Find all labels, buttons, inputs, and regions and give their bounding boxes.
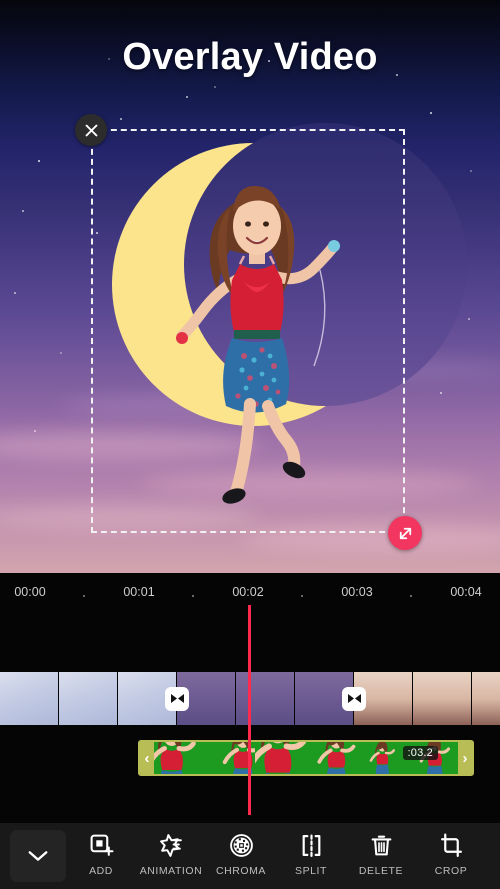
track-thumbnail[interactable]	[59, 672, 117, 725]
star	[34, 430, 36, 432]
resize-diagonal-icon[interactable]	[388, 516, 422, 550]
star	[22, 210, 24, 212]
tool-chroma[interactable]: CHROMA	[206, 832, 276, 877]
bottom-toolbar: ADD ANIMATION CHROMA SPLIT DELETE CROP VOLU	[0, 823, 500, 889]
overlay-trim-right-handle[interactable]: ›	[458, 742, 472, 774]
tool-add[interactable]: ADD	[66, 832, 136, 877]
tool-crop[interactable]: CROP	[416, 832, 486, 877]
star	[38, 160, 40, 162]
track-thumbnail[interactable]	[236, 672, 294, 725]
tool-label: SPLIT	[295, 865, 327, 877]
delete-icon	[369, 832, 394, 858]
overlay-frame[interactable]	[357, 742, 408, 774]
playhead[interactable]	[248, 605, 251, 815]
close-icon[interactable]	[75, 114, 107, 146]
overlay-trim-left-handle[interactable]: ‹	[140, 742, 154, 774]
star	[214, 86, 216, 88]
star	[186, 96, 188, 98]
overlay-frame[interactable]	[255, 742, 306, 774]
ruler-tick: 00:04	[450, 585, 481, 599]
tool-delete[interactable]: DELETE	[346, 832, 416, 877]
overlay-duration-badge: :03.2	[403, 746, 438, 760]
ruler-tick: 00:00	[14, 585, 45, 599]
track-thumbnail[interactable]	[472, 672, 500, 725]
star	[440, 392, 442, 394]
star	[14, 292, 16, 294]
overlay-frame[interactable]	[154, 742, 205, 774]
tool-list[interactable]: ADD ANIMATION CHROMA SPLIT DELETE CROP VOLU	[66, 823, 500, 889]
transition-icon[interactable]	[342, 687, 366, 711]
tool-animation[interactable]: ANIMATION	[136, 832, 206, 877]
overlay-clip-thumbnails[interactable]: :03.2	[154, 742, 458, 774]
tool-label: CROP	[435, 865, 468, 877]
ruler-subtick	[192, 595, 194, 597]
star	[430, 112, 432, 114]
tool-volu[interactable]: VOLU	[486, 832, 500, 877]
track-thumbnail[interactable]	[413, 672, 471, 725]
tool-label: CHROMA	[216, 865, 266, 877]
chevron-down-icon[interactable]	[10, 830, 66, 882]
animation-icon	[159, 832, 184, 858]
split-icon	[299, 832, 324, 858]
ruler-subtick	[301, 595, 303, 597]
tool-label: ANIMATION	[140, 865, 203, 877]
star	[468, 318, 470, 320]
overlay-clip-track[interactable]: ‹ :03.2 ›	[138, 740, 474, 776]
star	[120, 118, 122, 120]
star	[470, 170, 472, 172]
overlay-selection-box[interactable]	[91, 129, 405, 533]
tool-label: ADD	[89, 865, 113, 877]
chroma-key-icon	[229, 832, 254, 858]
ruler-tick: 00:03	[341, 585, 372, 599]
tool-split[interactable]: SPLIT	[276, 832, 346, 877]
ruler-tick: 00:01	[123, 585, 154, 599]
track-thumbnail[interactable]	[0, 672, 58, 725]
add-overlay-icon	[89, 832, 114, 858]
ruler-tick: 00:02	[232, 585, 263, 599]
ruler-subtick	[410, 595, 412, 597]
video-preview[interactable]: Overlay Video	[0, 0, 500, 573]
transition-icon[interactable]	[165, 687, 189, 711]
star	[60, 352, 62, 354]
ruler-subtick	[83, 595, 85, 597]
crop-icon	[439, 832, 464, 858]
page-title: Overlay Video	[0, 36, 500, 79]
tool-label: DELETE	[359, 865, 403, 877]
overlay-frame[interactable]	[306, 742, 357, 774]
